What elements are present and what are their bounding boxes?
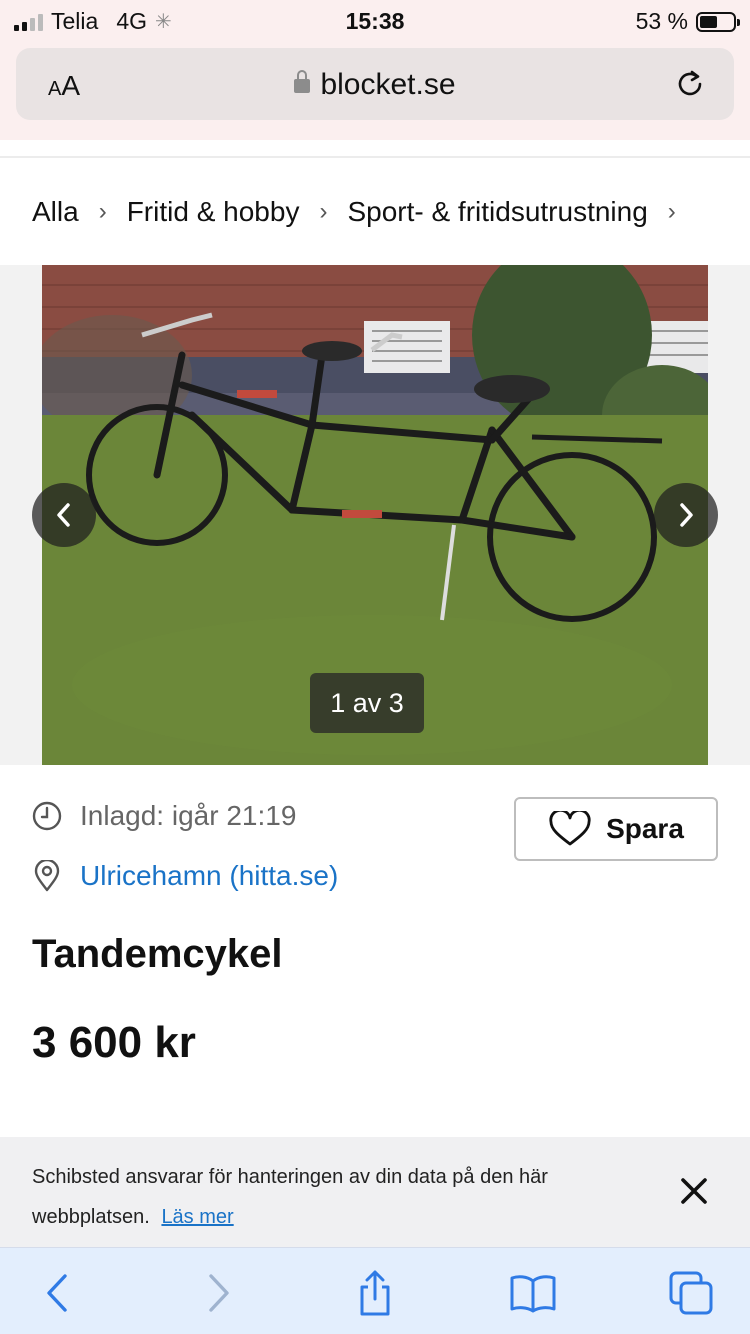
listing-price: 3 600 kr — [32, 1018, 196, 1067]
posted-date: Inlagd: igår 21:19 — [32, 800, 296, 832]
bookmarks-button[interactable] — [508, 1268, 558, 1318]
breadcrumb-item-fritid[interactable]: Fritid & hobby — [127, 196, 300, 228]
battery-percent: 53 % — [635, 8, 688, 34]
browser-header: AA blocket.se — [0, 44, 750, 140]
listing-title: Tandemcykel — [32, 932, 283, 976]
posted-text: Inlagd: igår 21:19 — [80, 800, 297, 831]
battery-icon — [696, 11, 740, 32]
address-bar[interactable]: AA blocket.se — [16, 48, 734, 120]
domain-text: blocket.se — [320, 68, 456, 101]
breadcrumb: Alla › Fritid & hobby › Sport- & fritids… — [32, 196, 696, 228]
heart-icon — [549, 811, 591, 846]
clock-icon — [32, 801, 62, 831]
reload-icon[interactable] — [672, 66, 708, 102]
tabs-icon — [669, 1271, 713, 1315]
chevron-right-icon: › — [319, 198, 328, 225]
share-button[interactable] — [350, 1268, 400, 1318]
location[interactable]: Ulricehamn (hitta.se) — [32, 860, 338, 892]
forward-button[interactable] — [194, 1268, 244, 1318]
bookmarks-icon — [510, 1275, 556, 1313]
tabs-button[interactable] — [666, 1268, 716, 1318]
chevron-right-icon — [209, 1274, 229, 1312]
chevron-left-icon — [57, 503, 70, 527]
chevron-right-icon — [680, 503, 693, 527]
location-pin-icon — [34, 860, 60, 892]
browser-toolbar — [0, 1247, 750, 1334]
chevron-left-icon — [47, 1274, 67, 1312]
save-label: Spara — [606, 813, 684, 844]
status-bar: Telia 4G ✳ 15:38 53 % — [0, 0, 750, 44]
image-counter: 1 av 3 — [310, 673, 424, 733]
status-right: 53 % — [635, 8, 740, 35]
lock-icon — [294, 70, 311, 93]
chevron-right-icon: › — [98, 198, 107, 225]
image-gallery: 1 av 3 — [0, 265, 750, 765]
chevron-right-icon: › — [667, 198, 676, 225]
breadcrumb-item-sport[interactable]: Sport- & fritidsutrustning — [347, 196, 647, 228]
location-link[interactable]: Ulricehamn (hitta.se) — [80, 860, 338, 892]
back-button[interactable] — [32, 1268, 82, 1318]
consent-banner: Schibsted ansvarar för hanteringen av di… — [0, 1137, 750, 1247]
read-more-link[interactable]: Läs mer — [161, 1206, 233, 1228]
close-icon[interactable] — [676, 1173, 712, 1209]
consent-text: Schibsted ansvarar för hanteringen av di… — [32, 1166, 548, 1228]
next-image-button[interactable] — [654, 483, 718, 547]
header-divider — [0, 156, 750, 158]
consent-message: Schibsted ansvarar för hanteringen av di… — [32, 1157, 632, 1237]
save-button[interactable]: Spara — [514, 797, 718, 861]
breadcrumb-item-alla[interactable]: Alla — [32, 196, 79, 228]
previous-image-button[interactable] — [32, 483, 96, 547]
share-icon — [360, 1270, 390, 1316]
url-display[interactable]: blocket.se — [16, 68, 734, 102]
